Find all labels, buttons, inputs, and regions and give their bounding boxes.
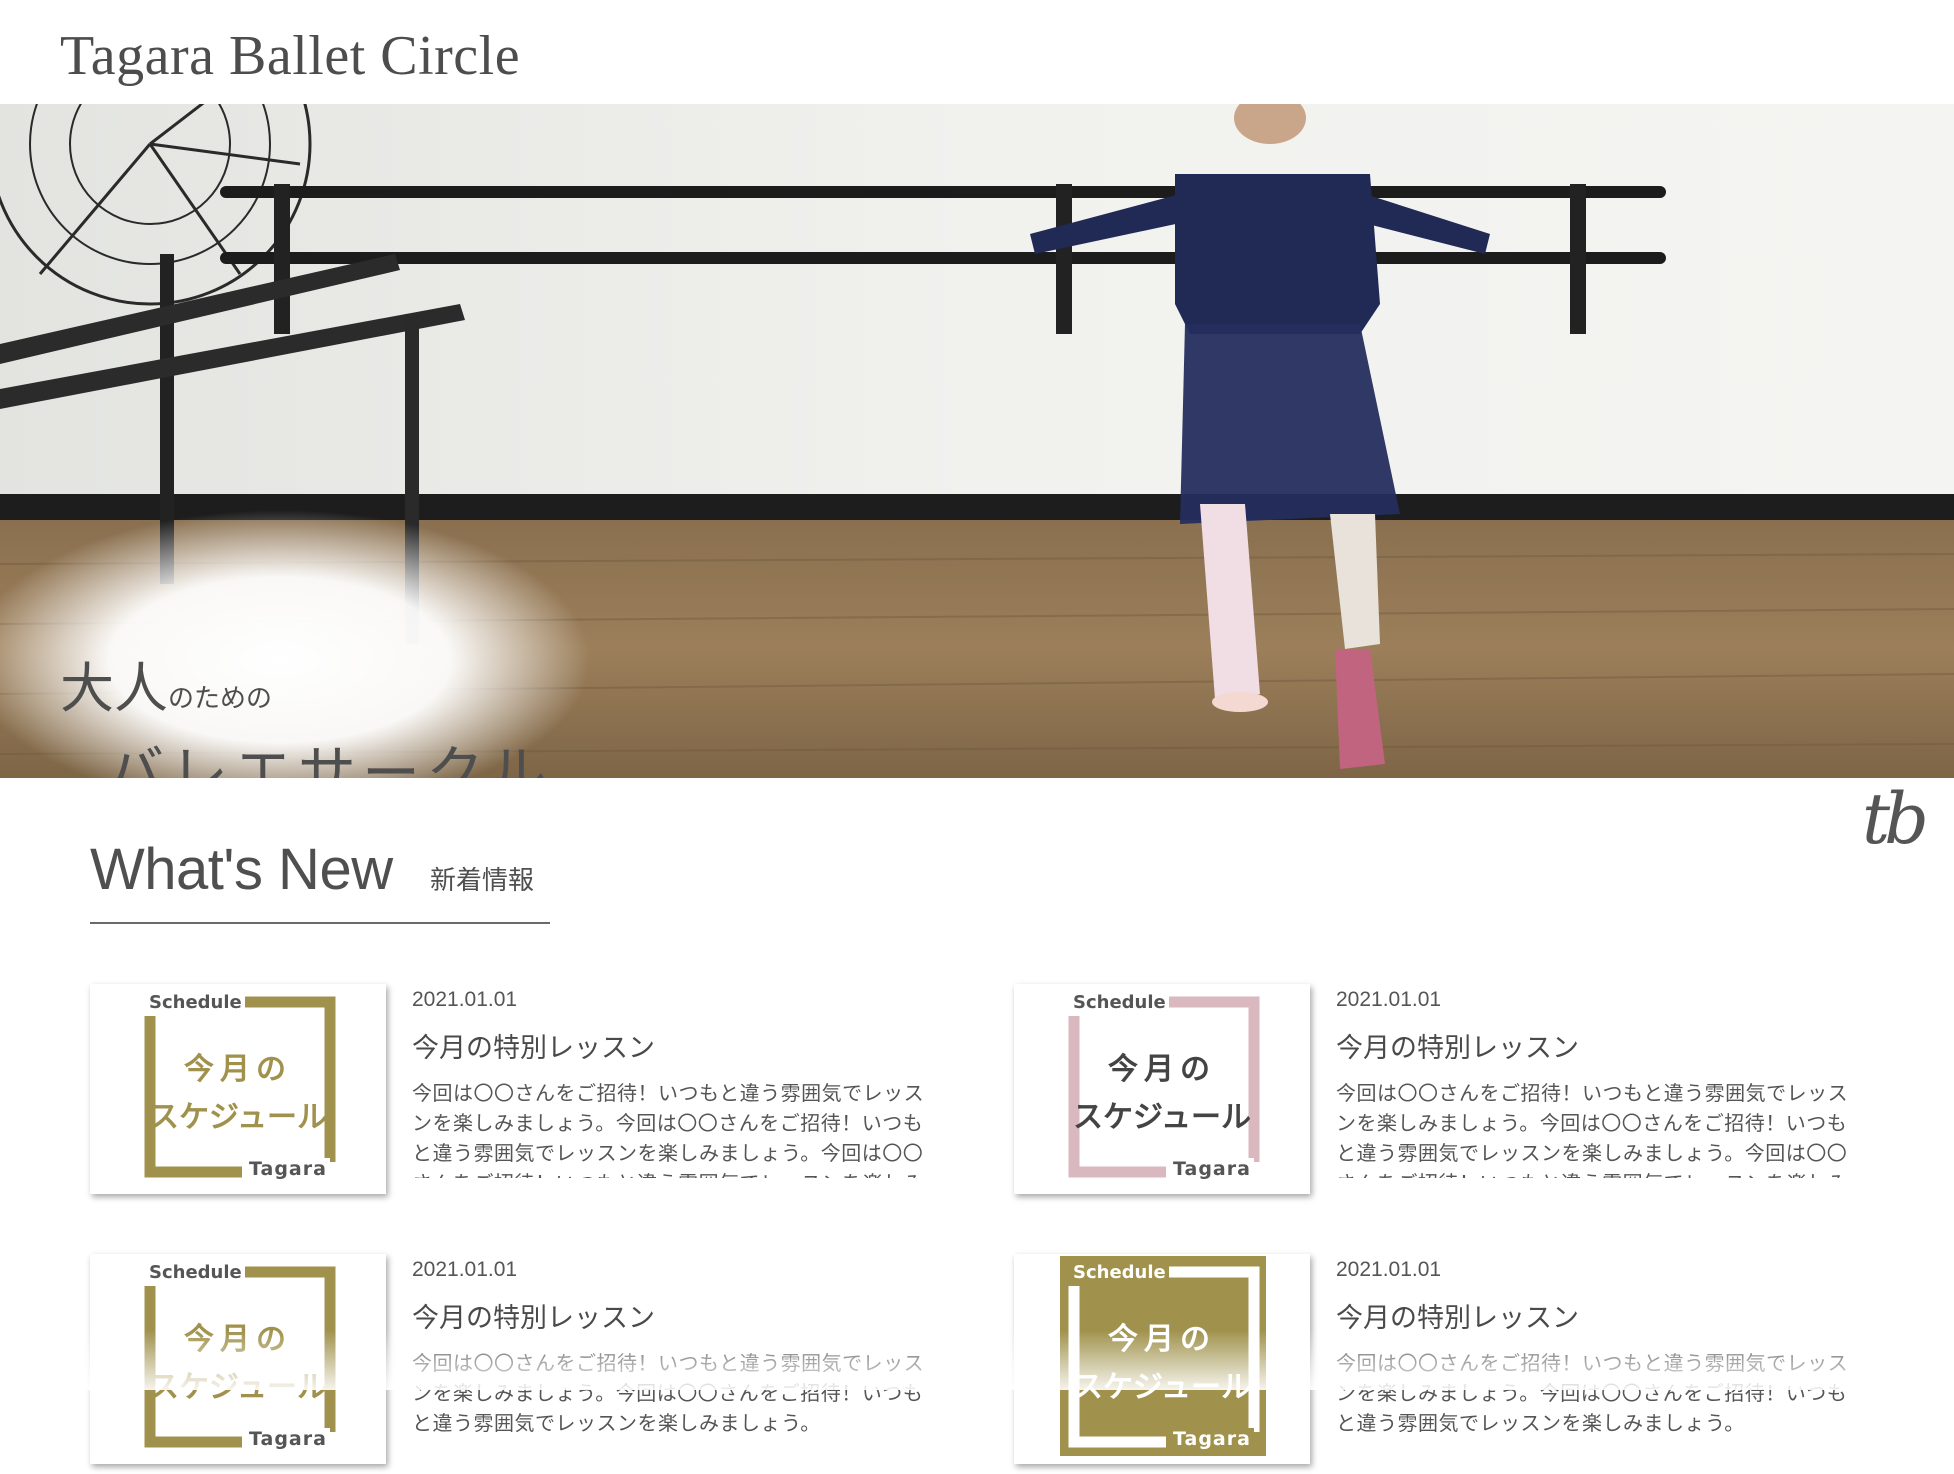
thumb-bottom-label: Tagara [246,1158,330,1180]
news-excerpt: 今回は〇〇さんをご招待！いつもと違う雰囲気でレッスンを楽しみましょう。今回は〇〇… [412,1081,925,1178]
hero-banner: 大人のための バレエサークル [0,104,1954,778]
hero-caption-line2: バレエサークル [106,739,553,778]
hero-caption-line1: 大人のための [60,644,272,723]
thumb-top-label: Schedule [1070,992,1169,1013]
news-thumbnail[interactable]: Schedule 今月のスケジュール Tagara [90,984,386,1194]
thumb-line1: 今月の [1108,1322,1216,1357]
news-date: 2021.01.01 [412,1258,518,1281]
thumb-top-label: Schedule [1070,1262,1169,1283]
thumb-bottom-label: Tagara [1170,1428,1254,1450]
thumb-bottom-label: Tagara [1170,1158,1254,1180]
news-excerpt: 今回は〇〇さんをご招待！いつもと違う雰囲気でレッスンを楽しみましょう。今回は〇〇… [1336,1081,1849,1178]
site-header: Tagara Ballet Circle [0,0,1954,104]
news-item[interactable]: Schedule 今月のスケジュール Tagara 2021.01.01 今月の特別レッ… [90,984,950,1204]
thumb-line1: 今月の [184,1052,292,1087]
section-title: What's New [90,837,393,902]
hero-caption: 大人のための バレエサークル [0,644,560,778]
news-title[interactable]: 今月の特別レッスン [412,1026,655,1065]
thumb-top-label: Schedule [146,992,245,1013]
thumb-line2: スケジュール [1073,1100,1251,1135]
news-date: 2021.01.01 [1336,1258,1442,1281]
thumb-line2: スケジュール [149,1370,327,1405]
news-item[interactable]: Schedule 今月のスケジュール Tagara 2021.01.01 今月の特別レッ… [1014,1254,1874,1474]
news-excerpt: 今回は〇〇さんをご招待！いつもと違う雰囲気でレッスンを楽しみましょう。今回は〇〇… [412,1351,925,1435]
news-title[interactable]: 今月の特別レッスン [412,1296,655,1335]
news-thumbnail[interactable]: Schedule 今月のスケジュール Tagara [90,1254,386,1464]
site-title[interactable]: Tagara Ballet Circle [60,24,520,88]
news-item[interactable]: Schedule 今月のスケジュール Tagara 2021.01.01 今月の特別レッ… [90,1254,950,1474]
thumb-line1: 今月の [184,1322,292,1357]
news-excerpt: 今回は〇〇さんをご招待！いつもと違う雰囲気でレッスンを楽しみましょう。今回は〇〇… [1336,1351,1849,1435]
news-date: 2021.01.01 [1336,988,1442,1011]
thumb-bottom-label: Tagara [246,1428,330,1450]
news-date: 2021.01.01 [412,988,518,1011]
whats-new-heading: What's New 新着情報 [90,836,550,924]
news-title[interactable]: 今月の特別レッスン [1336,1026,1579,1065]
news-thumbnail[interactable]: Schedule 今月のスケジュール Tagara [1014,1254,1310,1464]
hero-caption-big: 大人 [60,657,168,720]
thumb-top-label: Schedule [146,1262,245,1283]
news-title[interactable]: 今月の特別レッスン [1336,1296,1579,1335]
thumb-line2: スケジュール [1073,1370,1251,1405]
thumb-line1: 今月の [1108,1052,1216,1087]
section-divider [90,922,550,924]
news-thumbnail[interactable]: Schedule 今月のスケジュール Tagara [1014,984,1310,1194]
news-item[interactable]: Schedule 今月のスケジュール Tagara 2021.01.01 今月の特別レッ… [1014,984,1874,1204]
tb-logo: tb [1862,778,1929,860]
hero-caption-small: のための [168,684,273,714]
section-subtitle: 新着情報 [430,866,535,896]
thumb-line2: スケジュール [149,1100,327,1135]
